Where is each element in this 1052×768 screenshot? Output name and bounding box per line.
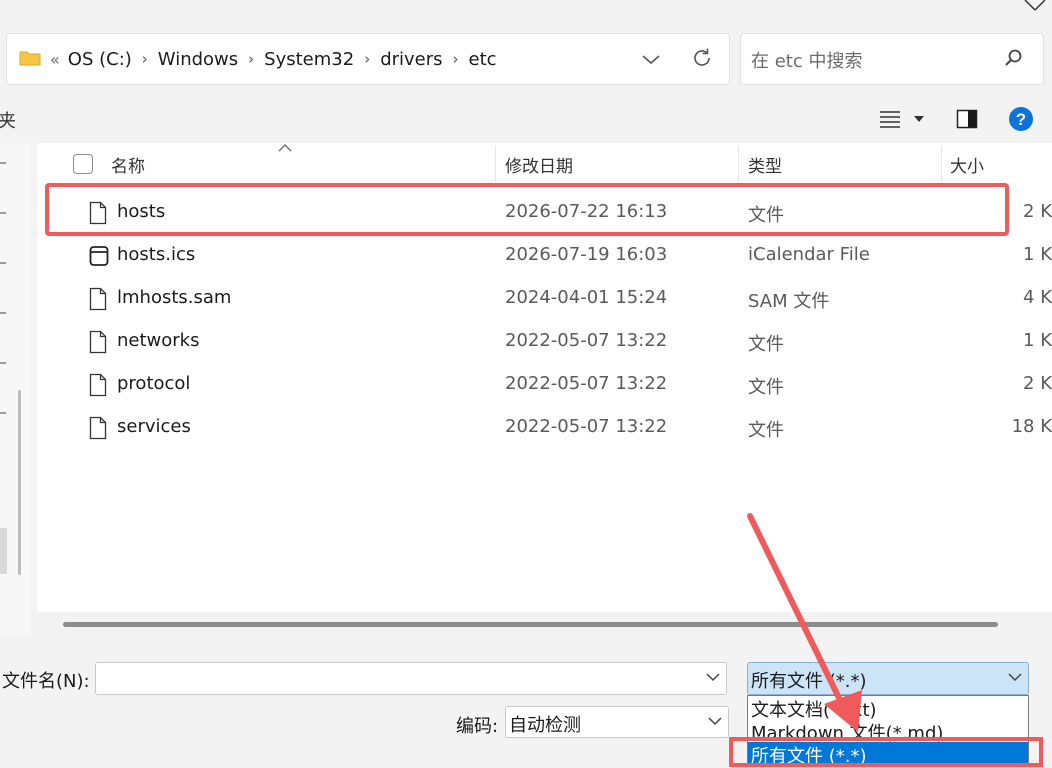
filename-input[interactable] xyxy=(95,662,727,695)
sort-ascending-icon xyxy=(278,144,292,152)
navigation-scrollbar[interactable] xyxy=(18,390,21,575)
horizontal-scrollbar-thumb[interactable] xyxy=(63,622,998,627)
view-options-icon[interactable] xyxy=(880,110,900,128)
file-row[interactable]: protocol 2022-05-07 13:22 文件 2 K xyxy=(37,364,1052,407)
chevron-down-icon[interactable] xyxy=(708,716,722,726)
search-input[interactable]: 在 etc 中搜索 xyxy=(751,47,862,73)
chevron-right-icon[interactable]: › xyxy=(453,50,459,68)
file-row[interactable]: lmhosts.sam 2024-04-01 15:24 SAM 文件 4 K xyxy=(37,278,1052,321)
filename-label: 文件名(N): xyxy=(2,671,90,692)
column-divider[interactable] xyxy=(941,146,942,182)
navigation-selected-item[interactable] xyxy=(0,528,7,574)
column-header-name[interactable]: 名称 xyxy=(111,152,145,177)
file-type: 文件 xyxy=(748,377,784,398)
breadcrumb-item[interactable]: Windows xyxy=(158,49,238,70)
nav-marker xyxy=(0,162,6,164)
file-type: SAM 文件 xyxy=(748,291,830,312)
close-icon[interactable] xyxy=(1023,0,1045,12)
highlight-annotation xyxy=(729,737,1043,767)
chevron-right-icon[interactable]: › xyxy=(248,50,254,68)
file-name[interactable]: services xyxy=(117,416,191,437)
file-date: 2024-04-01 15:24 xyxy=(505,287,668,308)
column-header-type[interactable]: 类型 xyxy=(748,152,782,177)
breadcrumb-item[interactable]: OS (C:) xyxy=(68,49,132,70)
column-divider[interactable] xyxy=(738,146,739,182)
file-size: 1 K xyxy=(1023,244,1052,265)
file-row[interactable]: services 2022-05-07 13:22 文件 18 K xyxy=(37,407,1052,450)
file-icon xyxy=(89,416,107,440)
chevron-down-icon[interactable] xyxy=(1008,672,1022,682)
file-type: 文件 xyxy=(748,420,784,441)
search-icon[interactable] xyxy=(1004,48,1024,68)
file-row[interactable]: networks 2022-05-07 13:22 文件 1 K xyxy=(37,321,1052,364)
column-header-size[interactable]: 大小 xyxy=(950,152,984,177)
file-icon xyxy=(89,373,107,397)
breadcrumb-item[interactable]: System32 xyxy=(264,49,354,70)
file-size: 2 K xyxy=(1023,201,1052,222)
new-folder-button-fragment[interactable]: 夹 xyxy=(0,107,16,133)
file-name[interactable]: lmhosts.sam xyxy=(117,287,231,308)
nav-marker xyxy=(0,212,6,214)
file-date: 2022-05-07 13:22 xyxy=(505,416,668,437)
file-name[interactable]: protocol xyxy=(117,373,190,394)
file-size: 4 K xyxy=(1023,287,1052,308)
chevron-down-icon[interactable] xyxy=(706,672,720,682)
folder-icon xyxy=(19,51,41,66)
highlight-annotation xyxy=(45,183,1009,236)
encoding-label: 编码: xyxy=(456,716,499,737)
preview-pane-icon[interactable] xyxy=(956,108,978,130)
nav-marker xyxy=(0,312,6,314)
breadcrumb: « OS (C:) › Windows › System32 › drivers › etc xyxy=(48,46,497,72)
file-icon xyxy=(89,287,107,311)
encoding-value[interactable]: 自动检测 xyxy=(509,711,581,737)
nav-marker xyxy=(0,262,6,264)
file-date: 2022-05-07 13:22 xyxy=(505,373,668,394)
nav-marker xyxy=(0,362,6,364)
select-all-checkbox[interactable] xyxy=(73,154,93,174)
file-size: 2 K xyxy=(1023,373,1052,394)
help-icon[interactable]: ? xyxy=(1008,106,1034,132)
breadcrumb-overflow[interactable]: « xyxy=(50,50,60,69)
file-type: 文件 xyxy=(748,334,784,355)
breadcrumb-item[interactable]: etc xyxy=(469,49,497,70)
svg-text:?: ? xyxy=(1016,110,1026,129)
file-name[interactable]: hosts.ics xyxy=(117,244,195,265)
file-date: 2026-07-19 16:03 xyxy=(505,244,668,265)
chevron-right-icon[interactable]: › xyxy=(364,50,370,68)
calendar-file-icon xyxy=(89,244,109,268)
file-row[interactable]: hosts.ics 2026-07-19 16:03 iCalendar File 1… xyxy=(37,235,1052,278)
chevron-down-icon[interactable] xyxy=(914,115,924,123)
chevron-down-icon[interactable] xyxy=(640,48,662,70)
chevron-right-icon[interactable]: › xyxy=(142,50,148,68)
column-header-date[interactable]: 修改日期 xyxy=(505,152,573,177)
file-size: 1 K xyxy=(1023,330,1052,351)
file-name[interactable]: networks xyxy=(117,330,199,351)
column-divider[interactable] xyxy=(495,146,496,182)
filetype-selected[interactable]: 所有文件 (*.*) xyxy=(751,667,867,693)
file-icon xyxy=(89,330,107,354)
file-type: iCalendar File xyxy=(748,244,870,265)
nav-marker xyxy=(0,412,6,414)
refresh-icon[interactable] xyxy=(690,46,714,70)
file-date: 2022-05-07 13:22 xyxy=(505,330,668,351)
file-size: 18 K xyxy=(1011,416,1052,437)
breadcrumb-item[interactable]: drivers xyxy=(380,49,442,70)
